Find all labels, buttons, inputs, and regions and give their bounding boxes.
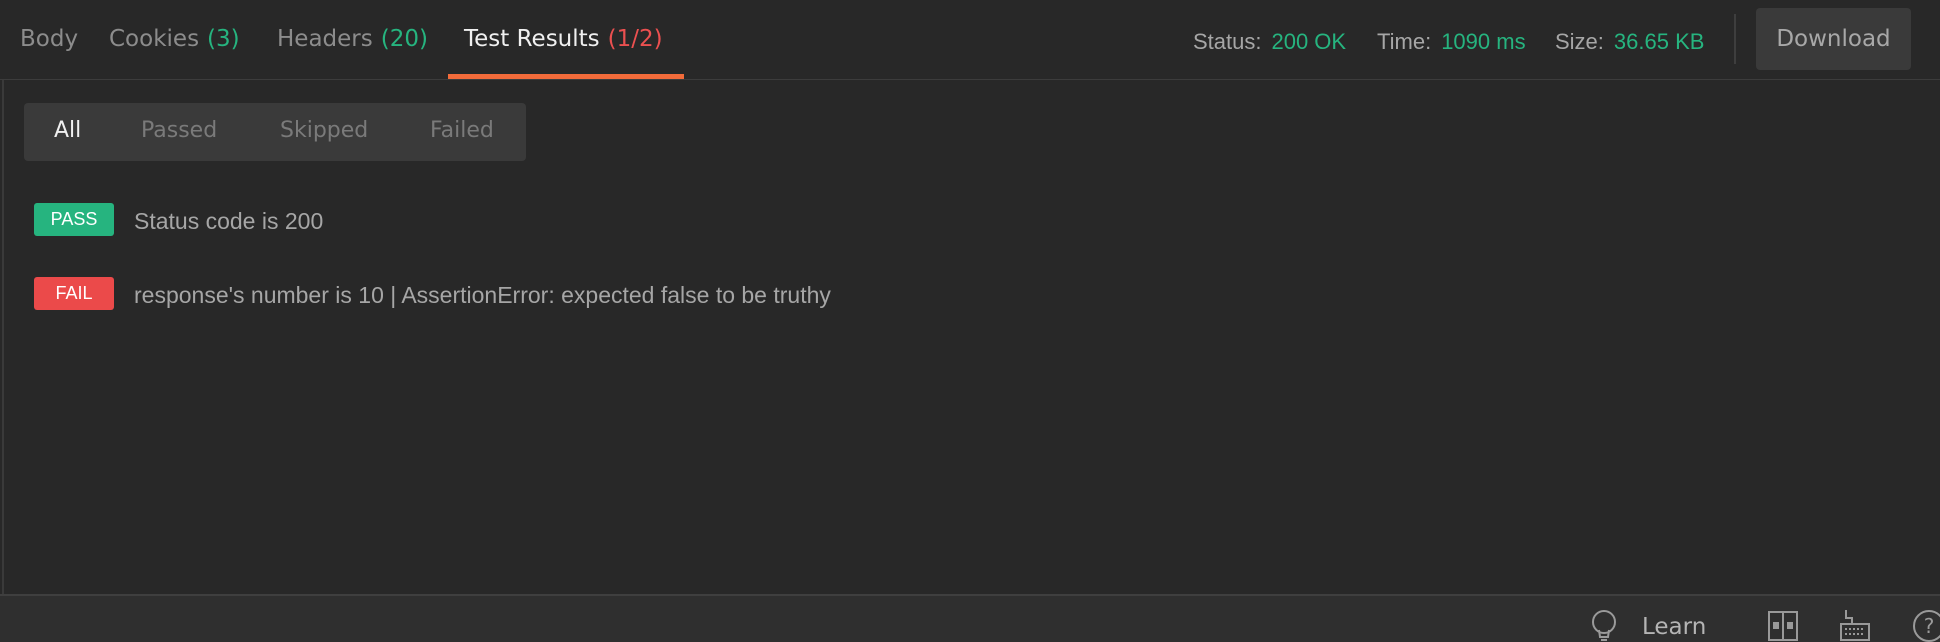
tab-headers-count: (20) [380, 26, 428, 52]
test-filter-group: All Passed Skipped Failed [24, 103, 526, 161]
fail-badge: FAIL [34, 277, 114, 310]
tab-cookies-label: Cookies [109, 26, 200, 52]
download-button[interactable]: Download [1756, 8, 1911, 70]
bottom-status-bar: Learn ? [0, 594, 1940, 642]
panel-left-border [2, 80, 4, 594]
test-result-text: Status code is 200 [134, 208, 324, 234]
tab-body-label: Body [20, 26, 79, 52]
svg-text:?: ? [1924, 614, 1935, 638]
tab-test-results[interactable]: Test Results (1/2) [464, 26, 663, 52]
tab-headers[interactable]: Headers (20) [277, 26, 428, 52]
time-value: 1090 ms [1441, 29, 1526, 54]
toolbar-divider [1734, 14, 1736, 64]
response-size: Size: 36.65 KB [1555, 29, 1704, 55]
filter-passed[interactable]: Passed [141, 118, 217, 143]
status-value: 200 OK [1271, 29, 1347, 54]
active-tab-indicator [448, 74, 684, 79]
keyboard-icon[interactable] [1838, 608, 1872, 642]
tab-cookies-count: (3) [207, 26, 240, 52]
response-time: Time: 1090 ms [1377, 29, 1526, 55]
size-label: Size: [1555, 29, 1604, 54]
time-label: Time: [1377, 29, 1432, 54]
test-result-text: response's number is 10 | AssertionError… [134, 282, 831, 308]
tab-test-results-label: Test Results [464, 26, 600, 52]
tab-headers-label: Headers [277, 26, 373, 52]
lightbulb-icon[interactable] [1590, 610, 1618, 642]
tab-cookies[interactable]: Cookies (3) [109, 26, 240, 52]
help-icon[interactable]: ? [1911, 608, 1940, 642]
pass-badge: PASS [34, 203, 114, 236]
learn-link[interactable]: Learn [1642, 614, 1706, 640]
tab-body[interactable]: Body [20, 26, 78, 52]
tab-test-results-count: (1/2) [607, 26, 663, 52]
two-pane-icon[interactable] [1767, 610, 1799, 642]
response-tab-bar: Body Cookies (3) Headers (20) Test Results… [0, 0, 1940, 80]
filter-all[interactable]: All [54, 118, 81, 143]
postman-response-panel: Body Cookies (3) Headers (20) Test Results… [0, 0, 1940, 642]
filter-skipped[interactable]: Skipped [280, 118, 368, 143]
filter-failed[interactable]: Failed [430, 118, 494, 143]
status-label: Status: [1193, 29, 1262, 54]
response-status: Status: 200 OK [1193, 29, 1346, 55]
size-value: 36.65 KB [1613, 29, 1705, 54]
